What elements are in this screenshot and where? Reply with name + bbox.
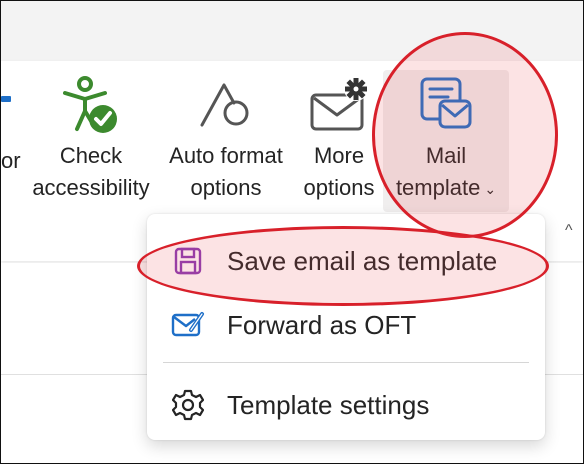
mail-template-icon	[406, 70, 486, 140]
title-strip	[1, 1, 583, 61]
auto-format-options-button[interactable]: Auto format options	[160, 70, 292, 204]
check-accessibility-label-2: accessibility	[32, 175, 150, 200]
envelope-gear-icon	[299, 70, 379, 140]
envelope-edit-icon	[169, 306, 207, 344]
collapse-ribbon-icon[interactable]: ^	[565, 222, 573, 240]
more-options-label-2: options	[303, 175, 375, 200]
mail-template-label-2: template ⌄	[396, 172, 496, 205]
menu-item-label: Forward as OFT	[227, 309, 417, 340]
menu-item-template-settings[interactable]: Template settings	[147, 374, 545, 436]
chevron-down-icon: ⌄	[484, 181, 497, 198]
mail-template-button[interactable]: Mail template ⌄	[383, 70, 509, 212]
auto-format-label-1: Auto format	[169, 143, 283, 168]
partial-ribbon-icon	[1, 96, 11, 102]
menu-item-save-email-as-template[interactable]: Save email as template	[147, 230, 545, 292]
auto-format-icon	[186, 70, 266, 140]
auto-format-label-2: options	[190, 175, 262, 200]
mail-template-label-text: template	[395, 175, 481, 200]
check-accessibility-label-1: Check	[59, 143, 123, 168]
partial-ribbon-label: or	[1, 148, 21, 173]
check-accessibility-button[interactable]: Check accessibility	[26, 70, 156, 204]
menu-item-forward-as-oft[interactable]: Forward as OFT	[147, 294, 545, 356]
save-icon	[169, 242, 207, 280]
mail-template-label-1: Mail	[425, 143, 467, 168]
menu-divider	[163, 362, 529, 363]
accessibility-check-icon	[51, 70, 131, 140]
menu-item-label: Save email as template	[227, 245, 498, 276]
more-options-button[interactable]: More options	[296, 70, 382, 204]
gear-icon	[169, 386, 207, 424]
menu-item-label: Template settings	[227, 389, 430, 420]
mail-template-menu: Save email as template Forward as OFT Te…	[147, 214, 545, 440]
more-options-label-1: More	[313, 143, 365, 168]
